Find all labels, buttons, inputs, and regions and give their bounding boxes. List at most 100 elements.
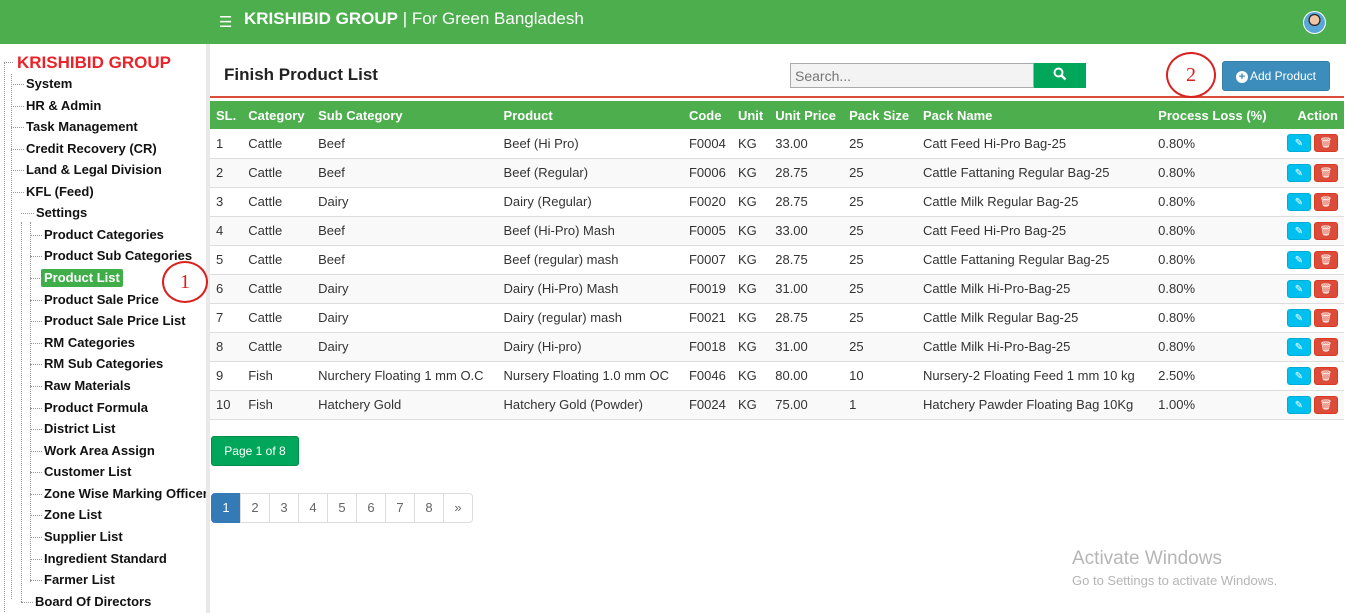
table-cell: Nursery Floating 1.0 mm OC [497, 361, 683, 391]
windows-watermark-title: Activate Windows [1072, 548, 1222, 569]
sidebar-item-product-sub-categories[interactable]: Product Sub Categories [44, 247, 192, 265]
table-cell: Dairy (Regular) [497, 187, 683, 217]
table-cell: KG [731, 216, 770, 246]
sidebar-item-credit-recovery-cr[interactable]: Credit Recovery (CR) [26, 140, 157, 158]
delete-button[interactable]: 🗑 [1314, 250, 1338, 269]
edit-button[interactable]: ✎ [1287, 308, 1311, 327]
pagination-page-3[interactable]: 3 [269, 493, 299, 523]
table-cell: 7 [210, 303, 243, 333]
table-cell: 0.80% [1152, 187, 1273, 217]
edit-button[interactable]: ✎ [1287, 134, 1311, 153]
action-cell: ✎ 🗑 [1272, 332, 1344, 362]
table-cell: Beef [312, 245, 498, 275]
search-input[interactable] [790, 63, 1034, 88]
sidebar-item-product-sale-price-list[interactable]: Product Sale Price List [44, 312, 186, 330]
sidebar-item-work-area-assign[interactable]: Work Area Assign [44, 442, 155, 460]
delete-button[interactable]: 🗑 [1314, 395, 1338, 414]
edit-button[interactable]: ✎ [1287, 395, 1311, 414]
column-header: Pack Name [917, 101, 1153, 129]
edit-button[interactable]: ✎ [1287, 221, 1311, 240]
sidebar-item-task-management[interactable]: Task Management [26, 118, 138, 136]
product-table: SL. Category Sub Category Product Code Unit Un… [210, 101, 1344, 420]
edit-button[interactable]: ✎ [1287, 250, 1311, 269]
search-icon [1053, 67, 1067, 81]
column-header: Pack Size [843, 101, 917, 129]
table-cell: Dairy [312, 274, 498, 304]
pagination-next[interactable]: » [443, 493, 473, 523]
pagination-page-7[interactable]: 7 [385, 493, 415, 523]
table-cell: Fish [242, 390, 313, 420]
delete-button[interactable]: 🗑 [1314, 221, 1338, 240]
pagination-page-4[interactable]: 4 [298, 493, 328, 523]
table-cell: 1 [843, 390, 917, 420]
delete-button[interactable]: 🗑 [1314, 192, 1338, 211]
hamburger-menu-icon[interactable]: ☰ [219, 13, 232, 31]
table-cell: Dairy (Hi-Pro) Mash [497, 274, 683, 304]
sidebar-item-kfl-feed[interactable]: KFL (Feed) [26, 183, 94, 201]
pagination-page-5[interactable]: 5 [327, 493, 357, 523]
delete-button[interactable]: 🗑 [1314, 337, 1338, 356]
sidebar-item-zone-list[interactable]: Zone List [44, 506, 102, 524]
delete-button[interactable]: 🗑 [1314, 279, 1338, 298]
sidebar-item-supplier-list[interactable]: Supplier List [44, 528, 123, 546]
sidebar-item-hr-admin[interactable]: HR & Admin [26, 97, 101, 115]
edit-button[interactable]: ✎ [1287, 192, 1311, 211]
pagination: 1 2 3 4 5 6 7 8» [211, 493, 473, 523]
table-cell: F0018 [682, 332, 732, 362]
delete-button[interactable]: 🗑 [1314, 134, 1338, 153]
pagination-page-8[interactable]: 8 [414, 493, 444, 523]
sidebar-item-zone-wise-marking-officer[interactable]: Zone Wise Marking Officer [44, 485, 206, 503]
edit-button[interactable]: ✎ [1287, 337, 1311, 356]
table-cell: 25 [843, 332, 917, 362]
delete-button[interactable]: 🗑 [1314, 308, 1338, 327]
sidebar-item-raw-materials[interactable]: Raw Materials [44, 377, 131, 395]
pagination-page-1[interactable]: 1 [211, 493, 241, 523]
delete-button[interactable]: 🗑 [1314, 366, 1338, 385]
table-row: 7 Cattle Dairy Dairy (regular) mash F0021 KG 2… [210, 303, 1344, 333]
sidebar-item-product-categories[interactable]: Product Categories [44, 226, 164, 244]
add-product-button[interactable]: + Add Product [1222, 61, 1330, 91]
annotation-circle-2: 2 [1166, 52, 1216, 98]
edit-button[interactable]: ✎ [1287, 279, 1311, 298]
table-cell: F0007 [682, 245, 732, 275]
action-cell: ✎ 🗑 [1272, 158, 1344, 188]
search-button[interactable] [1034, 63, 1086, 88]
pagination-page-6[interactable]: 6 [356, 493, 386, 523]
edit-button[interactable]: ✎ [1287, 163, 1311, 182]
user-avatar[interactable] [1303, 11, 1326, 34]
table-cell: 28.75 [769, 158, 844, 188]
table-cell: 0.80% [1152, 216, 1273, 246]
table-cell: 28.75 [769, 187, 844, 217]
sidebar-item-customer-list[interactable]: Customer List [44, 463, 131, 481]
sidebar-item-system[interactable]: System [26, 75, 72, 93]
table-cell: KG [731, 187, 770, 217]
sidebar-item-product-formula[interactable]: Product Formula [44, 399, 148, 417]
table-cell: Cattle [242, 216, 313, 246]
table-cell: 25 [843, 158, 917, 188]
table-cell: F0020 [682, 187, 732, 217]
pagination-page-2[interactable]: 2 [240, 493, 270, 523]
sidebar-item-settings[interactable]: Settings [36, 204, 87, 222]
table-row: 8 Cattle Dairy Dairy (Hi-pro) F0018 KG 31.00 25… [210, 332, 1344, 362]
table-cell: Hatchery Gold [312, 390, 498, 420]
table-cell: 31.00 [769, 332, 844, 362]
sidebar-item-rm-categories[interactable]: RM Categories [44, 334, 135, 352]
page-info-badge: Page 1 of 8 [211, 436, 299, 466]
column-header: Product [497, 101, 683, 129]
sidebar-item-board-of-directors[interactable]: Board Of Directors [35, 593, 151, 611]
sidebar-item-rm-sub-categories[interactable]: RM Sub Categories [44, 355, 163, 373]
action-cell: ✎ 🗑 [1272, 187, 1344, 217]
sidebar-item-product-list[interactable]: Product List [41, 269, 123, 287]
table-cell: Cattle [242, 303, 313, 333]
table-cell: 9 [210, 361, 243, 391]
delete-button[interactable]: 🗑 [1314, 163, 1338, 182]
sidebar-item-ingredient-standard[interactable]: Ingredient Standard [44, 550, 167, 568]
sidebar-item-land-legal-division[interactable]: Land & Legal Division [26, 161, 162, 179]
column-header: SL. [210, 101, 243, 129]
table-cell: Fish [242, 361, 313, 391]
sidebar-item-product-sale-price[interactable]: Product Sale Price [44, 291, 159, 309]
edit-button[interactable]: ✎ [1287, 366, 1311, 385]
sidebar-item-district-list[interactable]: District List [44, 420, 116, 438]
table-cell: 0.80% [1152, 274, 1273, 304]
sidebar-item-farmer-list[interactable]: Farmer List [44, 571, 115, 589]
